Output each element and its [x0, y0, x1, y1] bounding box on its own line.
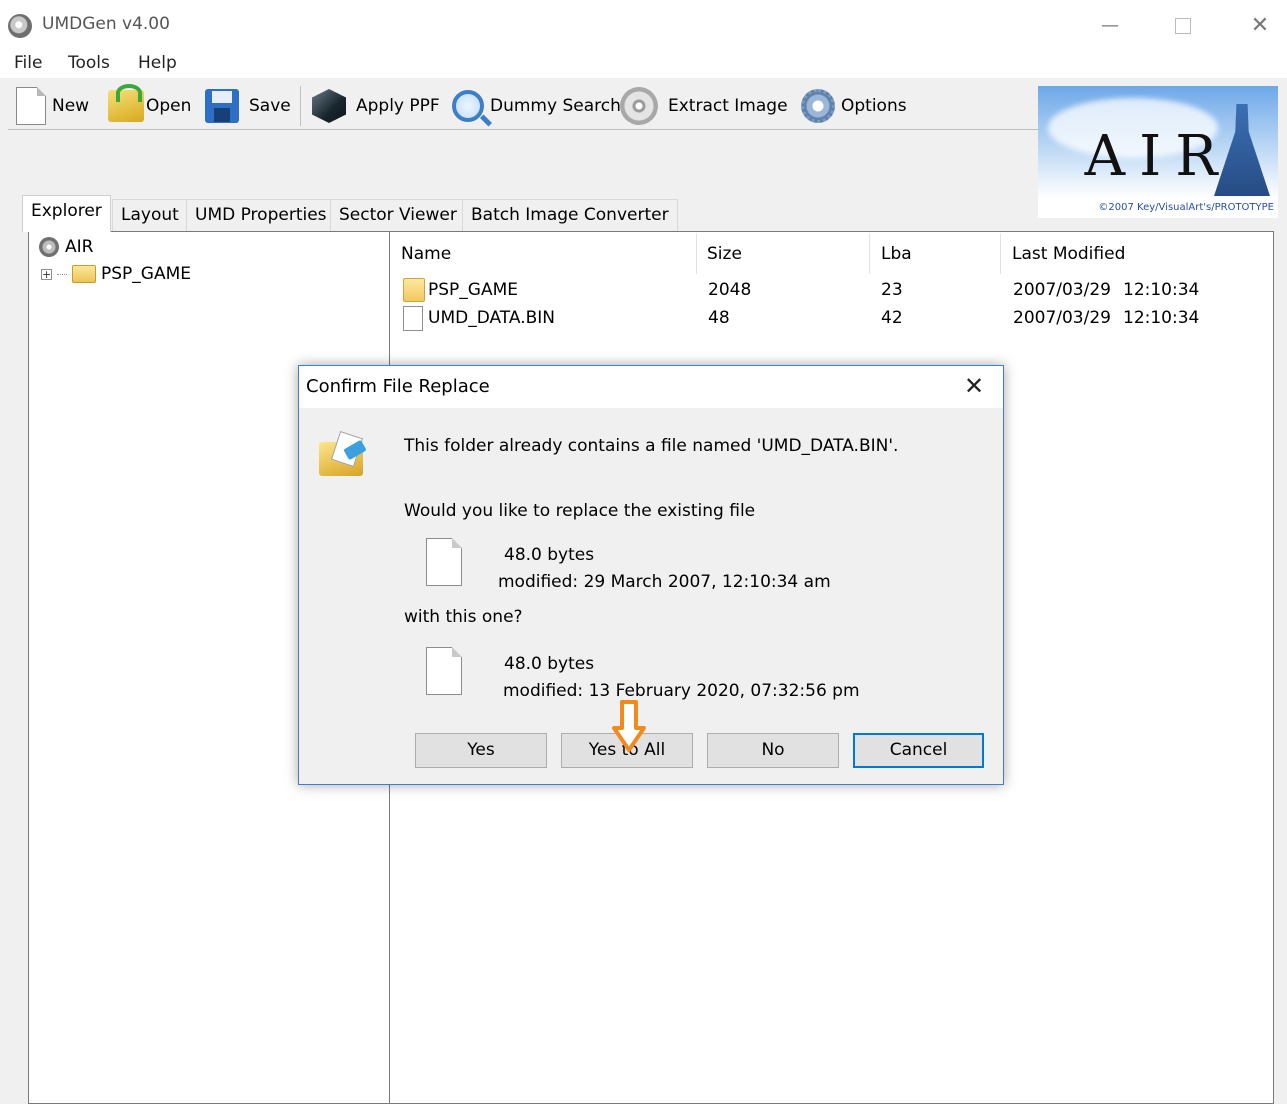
options-label: Options — [841, 96, 907, 116]
maximize-button[interactable] — [1160, 8, 1206, 44]
disc-app-icon — [8, 14, 32, 38]
dialog-message: This folder already contains a file name… — [404, 436, 899, 456]
dummy-search-button[interactable]: Dummy Search — [452, 82, 621, 130]
cell-date: 2007/03/29 — [1013, 280, 1111, 300]
yes-button[interactable]: Yes — [415, 733, 547, 768]
new-file-modified: modified: 13 February 2020, 07:32:56 pm — [503, 681, 860, 701]
open-folder-icon — [108, 84, 144, 122]
existing-file-icon — [426, 538, 462, 586]
column-header-lba[interactable]: Lba — [881, 244, 912, 264]
tree-item-label: PSP_GAME — [101, 264, 192, 284]
menu-help[interactable]: Help — [138, 53, 177, 73]
dialog-with-this-one: with this one? — [404, 607, 523, 627]
existing-file-modified: modified: 29 March 2007, 12:10:34 am — [498, 572, 831, 592]
new-button[interactable]: New — [16, 82, 89, 130]
menu-tools[interactable]: Tools — [68, 53, 110, 73]
file-icon — [403, 306, 423, 331]
cell-date: 2007/03/29 — [1013, 308, 1111, 328]
maximize-icon — [1175, 18, 1191, 34]
close-window-button[interactable]: ✕ — [1237, 8, 1283, 44]
dummy-search-label: Dummy Search — [490, 96, 621, 116]
save-button[interactable]: Save — [205, 82, 291, 130]
tab-explorer[interactable]: Explorer — [22, 195, 111, 232]
folder-replace-icon — [319, 431, 369, 478]
toolbar-separator — [300, 86, 301, 126]
toolbar: New Open Save Apply PPF Dummy Search Ext… — [8, 82, 1038, 130]
apply-ppf-label: Apply PPF — [356, 96, 440, 116]
window-title: UMDGen v4.00 — [42, 14, 170, 34]
dialog-title-bar: Confirm File Replace ✕ — [299, 366, 1003, 408]
extract-image-button[interactable]: Extract Image — [620, 82, 788, 130]
confirm-file-replace-dialog: Confirm File Replace ✕ This folder alrea… — [298, 365, 1004, 785]
existing-file-size: 48.0 bytes — [504, 545, 595, 565]
cell-lba: 42 — [881, 308, 903, 328]
cell-time: 12:10:34 — [1123, 308, 1200, 328]
down-arrow-annotation-icon — [612, 700, 646, 752]
tree-connector — [57, 273, 67, 275]
column-divider[interactable] — [696, 234, 697, 274]
disc-icon — [620, 87, 658, 125]
new-file-size: 48.0 bytes — [504, 654, 595, 674]
open-button[interactable]: Open — [108, 82, 191, 130]
tab-layout[interactable]: Layout — [112, 199, 188, 231]
cell-time: 12:10:34 — [1123, 280, 1200, 300]
menu-file[interactable]: File — [14, 53, 42, 73]
menu-bar: File Tools Help — [0, 50, 1287, 78]
patch-cube-icon — [312, 89, 346, 123]
disc-icon — [39, 237, 59, 257]
cell-lba: 23 — [881, 280, 903, 300]
dialog-title: Confirm File Replace — [306, 376, 490, 397]
dialog-close-button[interactable]: ✕ — [964, 372, 984, 400]
apply-ppf-button[interactable]: Apply PPF — [312, 82, 440, 130]
new-button-label: New — [52, 96, 90, 116]
title-bar: UMDGen v4.00 — ✕ — [0, 0, 1287, 50]
air-logo-banner: AIR ©2007 Key/VisualArt's/PROTOTYPE — [1038, 86, 1278, 218]
column-divider[interactable] — [1000, 234, 1001, 274]
tree-root-item[interactable]: AIR — [39, 237, 93, 257]
folder-icon — [403, 278, 425, 302]
no-button[interactable]: No — [707, 733, 839, 768]
magnifier-icon — [452, 90, 484, 122]
cell-size: 2048 — [708, 280, 752, 300]
column-header-size[interactable]: Size — [707, 244, 742, 264]
save-button-label: Save — [249, 96, 291, 116]
dialog-question: Would you like to replace the existing f… — [404, 501, 756, 521]
new-file-icon — [426, 647, 462, 695]
open-button-label: Open — [146, 96, 192, 116]
cell-name: PSP_GAME — [428, 280, 519, 300]
logo-copyright: ©2007 Key/VisualArt's/PROTOTYPE — [1098, 202, 1274, 213]
folder-icon — [72, 265, 96, 283]
extract-image-label: Extract Image — [668, 96, 788, 116]
cell-size: 48 — [708, 308, 730, 328]
tab-batch-image-converter[interactable]: Batch Image Converter — [462, 199, 678, 231]
options-button[interactable]: Options — [801, 82, 907, 130]
column-header-name[interactable]: Name — [401, 244, 451, 264]
expand-icon[interactable]: + — [41, 268, 52, 280]
table-row[interactable]: UMD_DATA.BIN 48 42 2007/03/29 12:10:34 — [391, 306, 1271, 334]
cancel-button[interactable]: Cancel — [853, 733, 984, 768]
tree-item-psp-game[interactable]: + PSP_GAME — [41, 264, 191, 284]
new-document-icon — [16, 87, 46, 125]
column-header-last-modified[interactable]: Last Modified — [1012, 244, 1125, 264]
column-divider[interactable] — [869, 234, 870, 274]
tab-umd-properties[interactable]: UMD Properties — [186, 199, 336, 231]
tree-root-label: AIR — [65, 237, 94, 257]
table-row[interactable]: PSP_GAME 2048 23 2007/03/29 12:10:34 — [391, 278, 1271, 306]
tab-sector-viewer[interactable]: Sector Viewer — [330, 199, 466, 231]
minimize-button[interactable]: — — [1087, 8, 1133, 44]
gear-icon — [801, 89, 835, 123]
floppy-disk-icon — [205, 89, 239, 123]
cell-name: UMD_DATA.BIN — [428, 308, 555, 328]
